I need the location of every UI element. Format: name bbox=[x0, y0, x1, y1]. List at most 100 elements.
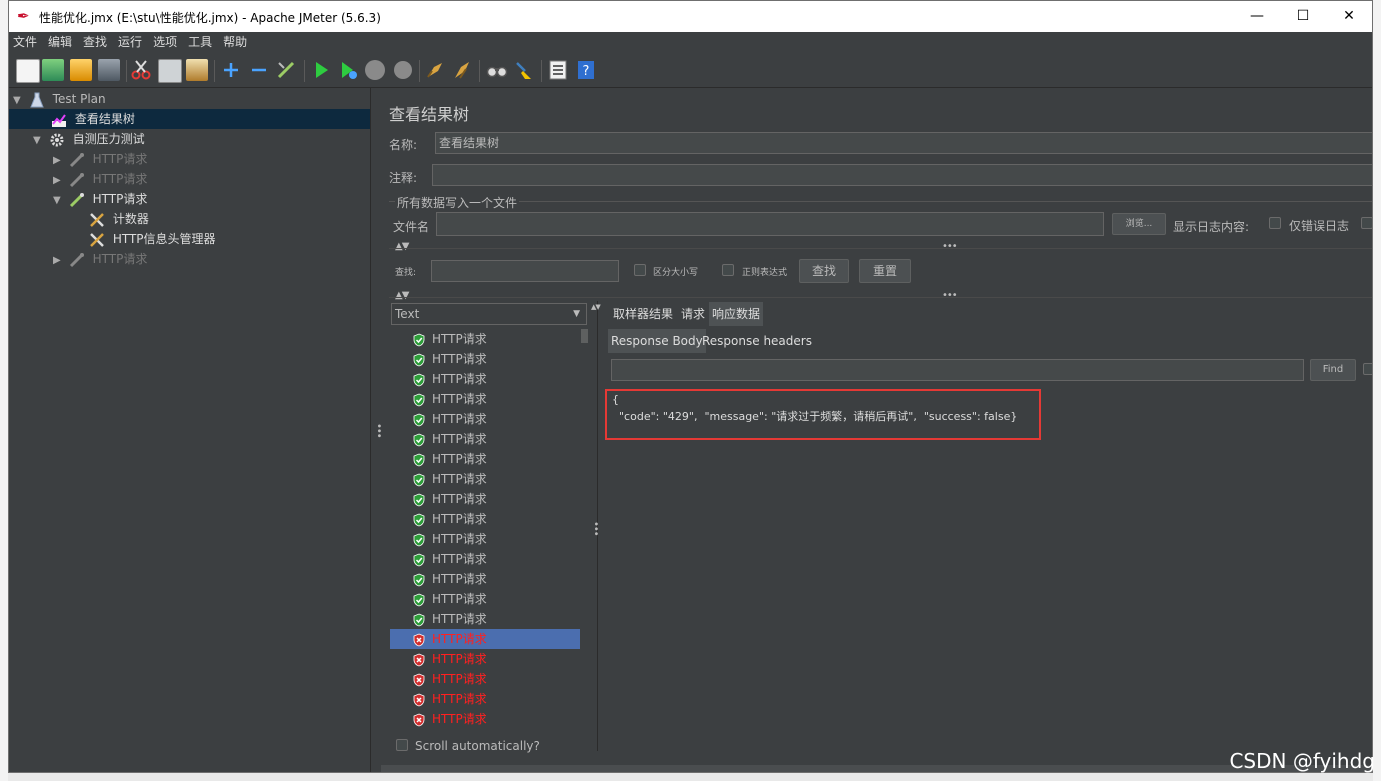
shutdown-icon[interactable] bbox=[392, 59, 414, 81]
chevron-right-icon[interactable]: ▶ bbox=[53, 151, 65, 171]
templates-icon[interactable] bbox=[42, 59, 64, 81]
toggle-icon[interactable] bbox=[275, 59, 297, 81]
tree-item-test-plan[interactable]: ▼ Test Plan bbox=[13, 89, 106, 109]
tree-item-http-request-enabled[interactable]: ▼ HTTP请求 bbox=[53, 189, 147, 209]
tab-sampler-result[interactable]: 取样器结果 bbox=[610, 302, 676, 326]
result-item[interactable]: HTTP请求 bbox=[390, 469, 580, 489]
menu-tools[interactable]: 工具 bbox=[184, 32, 219, 53]
collapse-all-icon[interactable] bbox=[248, 59, 270, 81]
case-sensitive-checkbox[interactable] bbox=[634, 264, 646, 276]
response-find-button[interactable]: Find bbox=[1310, 359, 1356, 381]
comment-field[interactable] bbox=[432, 164, 1372, 186]
results-detail-splitter[interactable]: ▲▼ ••• bbox=[589, 301, 601, 751]
reset-button[interactable]: 重置 bbox=[859, 259, 911, 283]
menu-file[interactable]: 文件 bbox=[9, 32, 44, 53]
result-item[interactable]: HTTP请求 bbox=[390, 569, 580, 589]
open-icon[interactable] bbox=[70, 59, 92, 81]
search-field[interactable] bbox=[431, 260, 619, 282]
result-item[interactable]: HTTP请求 bbox=[390, 589, 580, 609]
tree-item-view-results-tree[interactable]: 查看结果树 bbox=[9, 109, 370, 129]
search-binoculars-icon[interactable] bbox=[486, 59, 508, 81]
filename-field[interactable] bbox=[436, 212, 1104, 236]
result-item[interactable]: HTTP请求 bbox=[390, 549, 580, 569]
tab-response-data[interactable]: 响应数据 bbox=[709, 302, 764, 326]
collapse-arrows-icon[interactable]: ▲▼ bbox=[395, 290, 409, 301]
result-item[interactable]: HTTP请求 bbox=[390, 349, 580, 369]
tree-item-http-request-disabled[interactable]: ▶ HTTP请求 bbox=[53, 169, 147, 189]
paste-icon[interactable] bbox=[186, 59, 208, 81]
subtab-response-body[interactable]: Response Body bbox=[608, 329, 706, 353]
scroll-automatically-checkbox[interactable] bbox=[396, 739, 408, 751]
stop-icon[interactable] bbox=[364, 59, 386, 81]
clear-all-icon[interactable] bbox=[452, 59, 474, 81]
splitter-grip-icon[interactable]: ••• bbox=[590, 521, 601, 536]
result-item[interactable]: HTTP请求 bbox=[390, 429, 580, 449]
splitter-grip-icon[interactable]: ••• bbox=[942, 241, 958, 252]
function-helper-icon[interactable] bbox=[547, 59, 569, 81]
name-field[interactable]: 查看结果树 bbox=[435, 132, 1372, 154]
result-item[interactable]: HTTP请求 bbox=[390, 369, 580, 389]
results-scrollbar-thumb[interactable] bbox=[581, 329, 588, 343]
browse-button[interactable]: 浏览... bbox=[1112, 213, 1166, 235]
find-button[interactable]: 查找 bbox=[799, 259, 849, 283]
result-item[interactable]: HTTP请求 bbox=[390, 609, 580, 629]
chevron-down-icon[interactable]: ▼ bbox=[53, 191, 65, 211]
result-item[interactable]: HTTP请求 bbox=[390, 389, 580, 409]
response-find-checkbox[interactable] bbox=[1363, 363, 1372, 375]
tree-item-http-request-disabled[interactable]: ▶ HTTP请求 bbox=[53, 249, 147, 269]
tree-item-thread-group[interactable]: ▼ 自测压力测试 bbox=[33, 129, 145, 149]
tree-item-counter[interactable]: 计数器 bbox=[89, 209, 149, 229]
tab-request[interactable]: 请求 bbox=[678, 302, 708, 326]
collapse-arrows-icon[interactable]: ▲▼ bbox=[591, 303, 601, 311]
tree-item-label: HTTP请求 bbox=[92, 152, 148, 166]
save-icon[interactable] bbox=[98, 59, 120, 81]
clear-icon[interactable] bbox=[424, 59, 446, 81]
menu-run[interactable]: 运行 bbox=[114, 32, 149, 53]
result-item[interactable]: HTTP请求 bbox=[390, 629, 580, 649]
response-body-area[interactable]: { "code": "429", "message": "请求过于频繁，请稍后再… bbox=[605, 388, 1372, 756]
menu-search[interactable]: 查找 bbox=[79, 32, 114, 53]
success-only-checkbox[interactable] bbox=[1361, 217, 1372, 229]
result-item[interactable]: HTTP请求 bbox=[390, 669, 580, 689]
cut-icon[interactable] bbox=[130, 59, 152, 81]
close-button[interactable]: ✕ bbox=[1326, 1, 1372, 32]
chevron-right-icon[interactable]: ▶ bbox=[53, 171, 65, 191]
start-no-pauses-icon[interactable] bbox=[337, 59, 359, 81]
expand-all-icon[interactable] bbox=[220, 59, 242, 81]
result-item[interactable]: HTTP请求 bbox=[390, 509, 580, 529]
log-content-label: 显示日志内容: bbox=[1173, 220, 1250, 234]
start-icon[interactable] bbox=[310, 59, 332, 81]
menu-edit[interactable]: 编辑 bbox=[44, 32, 79, 53]
reset-search-broom-icon[interactable] bbox=[513, 59, 535, 81]
result-item[interactable]: HTTP请求 bbox=[390, 529, 580, 549]
errors-only-checkbox[interactable] bbox=[1269, 217, 1281, 229]
result-item[interactable]: HTTP请求 bbox=[390, 649, 580, 669]
splitter-grip-icon[interactable]: ••• bbox=[942, 290, 958, 301]
results-list[interactable]: HTTP请求 HTTP请求 HTTP请求 HTTP请求 HTTP请求 HTTP请求 HTTP… bbox=[390, 329, 588, 733]
result-item-label: HTTP请求 bbox=[432, 332, 487, 346]
chevron-right-icon[interactable]: ▶ bbox=[53, 251, 65, 271]
renderer-select[interactable]: Text ▼ bbox=[391, 303, 587, 325]
result-item[interactable]: HTTP请求 bbox=[390, 449, 580, 469]
regex-checkbox[interactable] bbox=[722, 264, 734, 276]
result-item[interactable]: HTTP请求 bbox=[390, 489, 580, 509]
tree-item-header-manager[interactable]: HTTP信息头管理器 bbox=[89, 229, 216, 249]
copy-icon[interactable] bbox=[158, 59, 182, 83]
help-icon[interactable]: ? bbox=[575, 59, 597, 81]
result-item[interactable]: HTTP请求 bbox=[390, 689, 580, 709]
tree-item-http-request-disabled[interactable]: ▶ HTTP请求 bbox=[53, 149, 147, 169]
response-find-field[interactable] bbox=[611, 359, 1304, 381]
bottom-scrollbar[interactable] bbox=[381, 765, 1372, 772]
collapse-arrows-icon[interactable]: ▲▼ bbox=[395, 241, 409, 252]
result-item[interactable]: HTTP请求 bbox=[390, 709, 580, 729]
new-icon[interactable] bbox=[16, 59, 40, 83]
menu-options[interactable]: 选项 bbox=[149, 32, 184, 53]
chevron-down-icon[interactable]: ▼ bbox=[13, 91, 25, 111]
menu-help[interactable]: 帮助 bbox=[219, 32, 254, 53]
chevron-down-icon[interactable]: ▼ bbox=[33, 131, 45, 151]
result-item[interactable]: HTTP请求 bbox=[390, 329, 580, 349]
maximize-button[interactable]: ☐ bbox=[1280, 1, 1326, 32]
minimize-button[interactable]: — bbox=[1234, 1, 1280, 32]
result-item[interactable]: HTTP请求 bbox=[390, 409, 580, 429]
subtab-response-headers[interactable]: Response headers bbox=[699, 329, 815, 353]
